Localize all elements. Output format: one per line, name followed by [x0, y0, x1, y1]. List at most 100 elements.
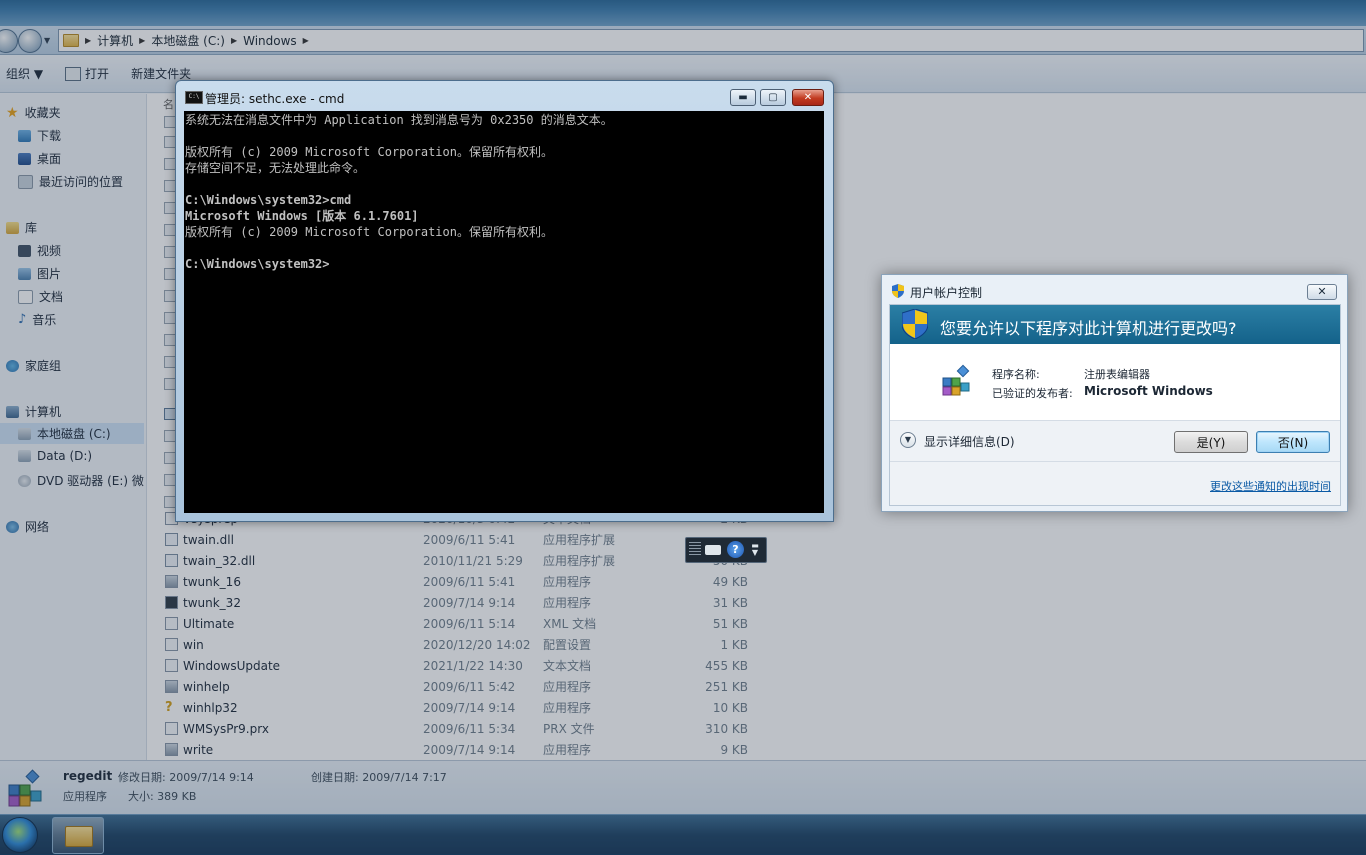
star-icon: ★ [6, 104, 19, 121]
dll-file-icon [165, 554, 178, 567]
file-row[interactable]: ? winhlp32 2009/7/14 9:14 应用程序 10 KB [165, 697, 765, 718]
chevron-right-icon[interactable]: ▶ [231, 36, 237, 45]
breadcrumb-windows[interactable]: Windows [243, 34, 297, 48]
application-icon [165, 743, 178, 756]
file-size: 1 KB [720, 637, 748, 652]
file-date: 2009/6/11 5:14 [423, 616, 516, 631]
nav-downloads-label: 下载 [37, 129, 62, 143]
application-icon [165, 575, 178, 588]
show-details-button[interactable]: 显示详细信息(D) [924, 433, 1015, 450]
nav-computer[interactable]: 计算机 [6, 403, 61, 420]
nav-music-label: 音乐 [32, 313, 57, 327]
language-bar: ? ▬ ▼ [685, 537, 767, 563]
application-icon [165, 680, 178, 693]
forward-button[interactable] [18, 29, 42, 53]
close-button[interactable]: ✕ [792, 89, 824, 106]
file-row[interactable]: winhelp 2009/6/11 5:42 应用程序 251 KB [165, 676, 765, 697]
file-row[interactable]: write 2009/7/14 9:14 应用程序 9 KB [165, 739, 765, 760]
nav-pictures[interactable]: 图片 [18, 265, 61, 282]
file-name: WMSysPr9.prx [183, 721, 269, 736]
file-row[interactable]: twain_32.dll 2010/11/21 5:29 应用程序扩展 50 K… [165, 550, 765, 571]
nav-recent-places[interactable]: 最近访问的位置 [18, 173, 123, 190]
chevron-right-icon[interactable]: ▶ [303, 36, 309, 45]
start-button[interactable] [2, 817, 38, 853]
help-icon[interactable]: ? [727, 541, 744, 558]
file-size: 51 KB [712, 616, 748, 631]
dvd-drive-icon [18, 474, 31, 487]
nav-desktop[interactable]: 桌面 [18, 150, 61, 167]
registry-editor-icon [8, 769, 42, 807]
network-icon [6, 520, 19, 533]
file-size: 10 KB [712, 700, 748, 715]
file-type: 应用程序 [543, 680, 592, 694]
explorer-titlebar [0, 0, 1366, 26]
file-row[interactable]: Ultimate 2009/6/11 5:14 XML 文档 51 KB [165, 613, 765, 634]
file-name: win [183, 637, 204, 652]
nav-favorites[interactable]: ★ 收藏夹 [6, 104, 61, 121]
nav-videos-label: 视频 [37, 244, 62, 258]
application-icon [165, 596, 178, 609]
nav-network[interactable]: 网络 [6, 518, 49, 535]
drag-grip-icon[interactable] [689, 542, 701, 556]
file-name: write [183, 742, 214, 757]
breadcrumb-drive-c[interactable]: 本地磁盘 (C:) [151, 32, 225, 49]
organize-button[interactable]: 组织 ▼ [6, 65, 43, 82]
file-type: 应用程序扩展 [543, 554, 616, 568]
file-size: 455 KB [705, 658, 748, 673]
file-name: twain_32.dll [183, 553, 256, 568]
file-date: 2021/1/22 14:30 [423, 658, 523, 673]
recent-pages-chevron-icon[interactable]: ▼ [44, 36, 50, 45]
chevron-right-icon[interactable]: ▶ [139, 36, 145, 45]
file-row[interactable]: twunk_16 2009/6/11 5:41 应用程序 49 KB [165, 571, 765, 592]
uac-banner: 您要允许以下程序对此计算机进行更改吗? [890, 305, 1340, 344]
nav-drive-e[interactable]: DVD 驱动器 (E:) 微 [18, 472, 144, 489]
change-notification-settings-link[interactable]: 更改这些通知的出现时间 [1210, 478, 1331, 494]
console-icon: C:\ [185, 91, 203, 104]
file-row[interactable]: twunk_32 2009/7/14 9:14 应用程序 31 KB [165, 592, 765, 613]
chevron-down-icon[interactable]: ▼ [900, 432, 916, 448]
drive-d-icon [18, 450, 31, 462]
breadcrumb-computer[interactable]: 计算机 [97, 32, 133, 49]
minimize-button[interactable]: ▬ [730, 89, 756, 106]
nav-libraries[interactable]: 库 [6, 219, 37, 236]
maximize-button[interactable]: ▢ [760, 89, 786, 106]
documents-library-icon [18, 289, 33, 304]
file-row[interactable]: win 2020/12/20 14:02 配置设置 1 KB [165, 634, 765, 655]
nav-drive-c-label: 本地磁盘 (C:) [37, 427, 111, 441]
nav-drive-c[interactable]: 本地磁盘 (C:) [0, 423, 144, 444]
nav-documents[interactable]: 文档 [18, 288, 63, 305]
nav-music[interactable]: ♪ 音乐 [18, 311, 56, 328]
file-row[interactable]: WMSysPr9.prx 2009/6/11 5:34 PRX 文件 310 K… [165, 718, 765, 739]
nav-computer-label: 计算机 [25, 405, 62, 419]
file-size: 31 KB [712, 595, 748, 610]
nav-downloads[interactable]: 下载 [18, 127, 61, 144]
keyboard-icon[interactable] [705, 545, 721, 555]
console-output[interactable]: 系统无法在消息文件中为 Application 找到消息号为 0x2350 的消… [184, 111, 824, 513]
file-date: 2009/6/11 5:41 [423, 532, 516, 547]
help-question-icon: ? [165, 700, 173, 715]
file-size: 310 KB [705, 721, 748, 736]
file-row[interactable]: WindowsUpdate 2021/1/22 14:30 文本文档 455 K… [165, 655, 765, 676]
taskbar-explorer-button[interactable] [52, 817, 104, 854]
nav-homegroup[interactable]: 家庭组 [6, 357, 61, 374]
file-type: PRX 文件 [543, 722, 595, 736]
nav-network-label: 网络 [25, 520, 50, 534]
nav-videos[interactable]: 视频 [18, 242, 61, 259]
nav-homegroup-label: 家庭组 [25, 359, 62, 373]
chevron-right-icon[interactable]: ▶ [85, 36, 91, 45]
back-button[interactable] [0, 29, 18, 53]
details-pane: regedit 修改日期: 2009/7/14 9:14 创建日期: 2009/… [0, 760, 1366, 815]
nav-drive-d[interactable]: Data (D:) [18, 449, 92, 463]
uac-shield-icon [892, 284, 904, 298]
yes-button[interactable]: 是(Y) [1174, 431, 1248, 453]
open-button[interactable]: 打开 [65, 65, 109, 82]
file-name: WindowsUpdate [183, 658, 281, 673]
open-icon [65, 66, 82, 81]
address-bar[interactable]: ▶ 计算机 ▶ 本地磁盘 (C:) ▶ Windows ▶ [58, 29, 1364, 52]
options-chevron-icon[interactable]: ▬ ▼ [749, 542, 761, 557]
column-header-name[interactable]: 名 [163, 96, 174, 112]
no-button[interactable]: 否(N) [1256, 431, 1330, 453]
file-row[interactable]: twain.dll 2009/6/11 5:41 应用程序扩展 [165, 529, 765, 550]
nav-libraries-label: 库 [25, 221, 38, 235]
close-button[interactable]: ✕ [1307, 284, 1337, 300]
